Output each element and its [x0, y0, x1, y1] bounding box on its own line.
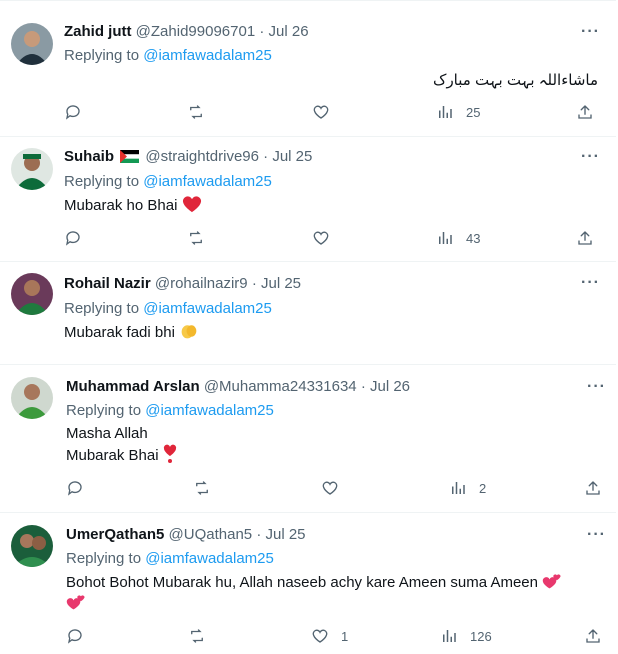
- replying-handle-link[interactable]: @iamfawadalam25: [145, 402, 274, 419]
- heart-icon: [313, 105, 329, 119]
- reply-button[interactable]: [66, 627, 84, 645]
- reply-text-line2: Mubarak Bhai: [66, 447, 159, 464]
- retweet-button[interactable]: [187, 229, 205, 247]
- author-name[interactable]: UmerQathan5: [66, 526, 164, 543]
- post-date[interactable]: · Jul 25: [256, 526, 305, 543]
- replying-label: Replying to: [64, 300, 140, 317]
- reply-rohail[interactable]: Rohail Nazir @rohailnazir9 · Jul 25 ··· …: [0, 261, 616, 365]
- author-handle[interactable]: @UQathan5: [169, 526, 253, 543]
- retweet-button[interactable]: [188, 627, 206, 645]
- reply-icon: [65, 105, 80, 120]
- two-hearts-emoji-icon: [542, 574, 561, 589]
- more-options-button[interactable]: ···: [581, 148, 600, 166]
- more-options-button[interactable]: ···: [587, 526, 606, 544]
- heart-icon: [312, 629, 328, 643]
- retweet-button[interactable]: [193, 479, 211, 497]
- views-button[interactable]: 43: [436, 229, 480, 247]
- reply-text: Mubarak fadi bhi: [64, 324, 175, 341]
- reply-button[interactable]: [66, 479, 84, 497]
- retweet-icon: [190, 231, 202, 245]
- retweet-icon: [190, 105, 202, 119]
- post-date[interactable]: · Jul 25: [252, 275, 301, 292]
- likes-count: 1: [341, 628, 349, 644]
- share-icon: [578, 105, 592, 119]
- author-name[interactable]: Muhammad Arslan: [66, 378, 200, 395]
- share-button[interactable]: [584, 627, 602, 645]
- reply-button[interactable]: [64, 103, 82, 121]
- replying-label: Replying to: [66, 550, 142, 567]
- share-button[interactable]: [576, 229, 594, 247]
- share-button[interactable]: [584, 479, 602, 497]
- share-icon: [586, 629, 600, 643]
- share-button[interactable]: [576, 103, 594, 121]
- retweet-icon: [191, 629, 203, 643]
- author-name[interactable]: Suhaib: [64, 148, 114, 165]
- clapping-hands-emoji-icon: [181, 325, 197, 339]
- like-button[interactable]: [312, 229, 330, 247]
- avatar[interactable]: [11, 525, 53, 567]
- more-options-button[interactable]: ···: [587, 378, 606, 396]
- views-count: 25: [466, 104, 481, 120]
- two-hearts-emoji-icon: [66, 595, 85, 610]
- reply-text: Mubarak ho Bhai: [64, 197, 178, 214]
- avatar[interactable]: [11, 148, 53, 190]
- post-date[interactable]: · Jul 26: [259, 23, 308, 40]
- avatar[interactable]: [11, 273, 53, 315]
- share-icon: [586, 481, 600, 495]
- reply-muhammad[interactable]: Muhammad Arslan @Muhamma24331634 · Jul 2…: [0, 364, 616, 513]
- views-count: 43: [466, 230, 481, 246]
- post-date[interactable]: · Jul 25: [263, 148, 312, 165]
- retweet-button[interactable]: [187, 103, 205, 121]
- author-handle[interactable]: @straightdrive96: [145, 148, 259, 165]
- reply-text: ماشاءاللہ بہت بہت مبارک: [433, 72, 598, 89]
- views-button[interactable]: 25: [436, 103, 480, 121]
- post-date[interactable]: · Jul 26: [361, 378, 410, 395]
- reply-icon: [67, 629, 82, 644]
- author-handle[interactable]: @Muhamma24331634: [204, 378, 357, 395]
- views-icon: [439, 106, 452, 118]
- replying-handle-link[interactable]: @iamfawadalam25: [143, 47, 272, 64]
- replying-handle-link[interactable]: @iamfawadalam25: [143, 300, 272, 317]
- red-heart-emoji-icon: [182, 196, 201, 213]
- reply-text: Bohot Bohot Mubarak hu, Allah naseeb ach…: [66, 574, 538, 591]
- replying-label: Replying to: [64, 173, 140, 190]
- reply-icon: [65, 231, 80, 246]
- views-button[interactable]: 2: [449, 479, 486, 497]
- reply-button[interactable]: [64, 229, 82, 247]
- reply-zahid[interactable]: Zahid jutt @Zahid99096701 · Jul 26 ··· R…: [0, 0, 616, 137]
- palestine-flag-icon: [120, 150, 140, 163]
- replying-handle-link[interactable]: @iamfawadalam25: [143, 173, 272, 190]
- heart-icon: [313, 231, 329, 245]
- views-count: 126: [470, 628, 492, 644]
- author-name[interactable]: Zahid jutt: [64, 23, 132, 40]
- reply-suhaib[interactable]: Suhaib @straightdrive96 · Jul 25 ··· Rep…: [0, 136, 616, 262]
- author-name[interactable]: Rohail Nazir: [64, 275, 151, 292]
- replying-label: Replying to: [64, 47, 140, 64]
- avatar[interactable]: [11, 377, 53, 419]
- replying-label: Replying to: [66, 402, 142, 419]
- heart-icon: [322, 481, 338, 495]
- like-button[interactable]: [312, 103, 330, 121]
- views-icon: [443, 630, 456, 642]
- like-button[interactable]: [321, 479, 339, 497]
- author-handle[interactable]: @rohailnazir9: [155, 275, 248, 292]
- author-handle[interactable]: @Zahid99096701: [136, 23, 256, 40]
- reply-umer[interactable]: UmerQathan5 @UQathan5 · Jul 25 ··· Reply…: [0, 512, 616, 654]
- retweet-icon: [196, 481, 208, 495]
- views-count: 2: [479, 480, 487, 496]
- more-options-button[interactable]: ···: [581, 23, 600, 41]
- heart-exclamation-emoji-icon: [163, 444, 176, 463]
- like-button[interactable]: 1: [311, 627, 348, 645]
- views-icon: [439, 232, 452, 244]
- replying-handle-link[interactable]: @iamfawadalam25: [145, 550, 274, 567]
- reply-icon: [67, 481, 82, 496]
- views-button[interactable]: 126: [440, 627, 492, 645]
- views-icon: [452, 482, 465, 494]
- share-icon: [578, 231, 592, 245]
- reply-text-line1: Masha Allah: [66, 425, 148, 442]
- more-options-button[interactable]: ···: [581, 274, 600, 292]
- avatar[interactable]: [11, 23, 53, 65]
